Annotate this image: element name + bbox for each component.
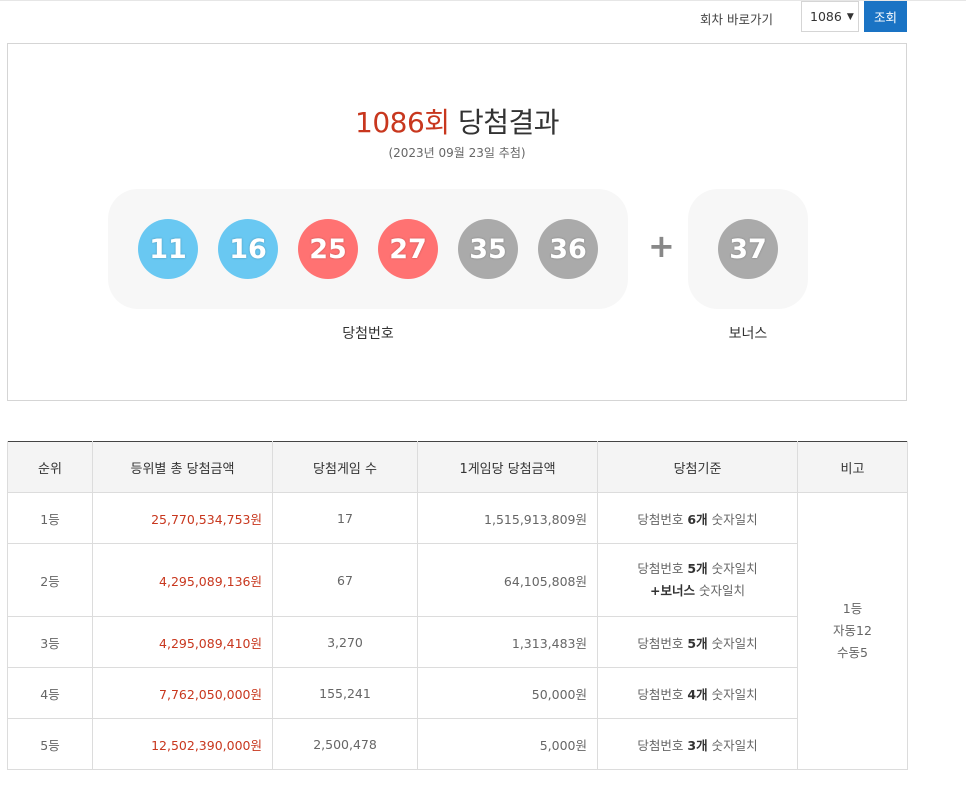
- winning-number-ball: 25: [298, 219, 358, 279]
- prize-table: 순위 등위별 총 당첨금액 당첨게임 수 1게임당 당첨금액 당첨기준 비고 1…: [7, 441, 908, 770]
- criteria-count: 4개: [687, 686, 708, 702]
- bonus-caption: 보너스: [728, 326, 768, 342]
- header-criteria: 당첨기준: [597, 441, 798, 493]
- table-row: 4등 7,762,050,000원 155,241 50,000원 당첨번호 4…: [7, 667, 908, 719]
- winners-cell: 67: [272, 543, 418, 617]
- header-total-amount: 등위별 총 당첨금액: [92, 441, 273, 493]
- plus-icon: +: [648, 227, 675, 265]
- criteria-cell: 당첨번호 5개 숫자일치 +보너스 숫자일치: [597, 543, 798, 617]
- total-amount-cell: 4,295,089,136원: [92, 543, 273, 617]
- criteria-suffix: 숫자일치: [707, 635, 758, 651]
- total-amount-cell: 7,762,050,000원: [92, 667, 273, 719]
- winning-number-ball: 35: [458, 219, 518, 279]
- criteria-text: 당첨번호: [637, 635, 688, 651]
- note-line: 수동5: [837, 645, 868, 660]
- winning-numbers-caption: 당첨번호: [342, 326, 394, 342]
- rank-cell: 5등: [7, 718, 93, 770]
- per-game-cell: 1,313,483원: [417, 616, 598, 668]
- winning-number-ball: 36: [538, 219, 598, 279]
- table-row: 2등 4,295,089,136원 67 64,105,808원 당첨번호 5개…: [7, 543, 908, 617]
- criteria-suffix: 숫자일치: [707, 511, 758, 527]
- search-button[interactable]: 조회: [864, 1, 907, 32]
- per-game-cell: 64,105,808원: [417, 543, 598, 617]
- bonus-ball: 37: [718, 219, 778, 279]
- criteria-suffix: 숫자일치: [695, 583, 745, 598]
- criteria-count: 5개: [687, 561, 708, 576]
- header-per-game: 1게임당 당첨금액: [417, 441, 598, 493]
- per-game-cell: 50,000원: [417, 667, 598, 719]
- header-note: 비고: [797, 441, 908, 493]
- table-row: 5등 12,502,390,000원 2,500,478 5,000원 당첨번호…: [7, 718, 908, 770]
- criteria-count: 3개: [687, 737, 708, 753]
- per-game-cell: 1,515,913,809원: [417, 492, 598, 544]
- winning-number-ball: 16: [218, 219, 278, 279]
- rank-cell: 3등: [7, 616, 93, 668]
- winners-cell: 155,241: [272, 667, 418, 719]
- note-line: 자동12: [833, 623, 872, 638]
- total-amount-cell: 25,770,534,753원: [92, 492, 273, 544]
- table-header-row: 순위 등위별 총 당첨금액 당첨게임 수 1게임당 당첨금액 당첨기준 비고: [7, 441, 908, 493]
- criteria-text: 당첨번호: [637, 561, 688, 576]
- criteria-text: 당첨번호: [637, 737, 688, 753]
- winning-number-ball: 11: [138, 219, 198, 279]
- round-number: 1086회: [355, 106, 450, 139]
- criteria-text: 당첨번호: [637, 686, 688, 702]
- header-winners: 당첨게임 수: [272, 441, 418, 493]
- table-row: 3등 4,295,089,410원 3,270 1,313,483원 당첨번호 …: [7, 616, 908, 668]
- rank-cell: 4등: [7, 667, 93, 719]
- note-cell: 1등 자동12 수동5: [797, 492, 908, 770]
- criteria-bonus: +보너스: [650, 583, 695, 598]
- header-rank: 순위: [7, 441, 93, 493]
- rank-cell: 1등: [7, 492, 93, 544]
- criteria-cell: 당첨번호 4개 숫자일치: [597, 667, 798, 719]
- winners-cell: 2,500,478: [272, 718, 418, 770]
- winning-numbers-box: 11 16 25 27 35 36: [108, 189, 628, 309]
- round-navigation: 회차 바로가기 1086 ▼ 조회: [0, 0, 907, 34]
- table-row: 1등 25,770,534,753원 17 1,515,913,809원 당첨번…: [7, 492, 908, 770]
- note-line: 1등: [842, 601, 863, 616]
- criteria-cell: 당첨번호 3개 숫자일치: [597, 718, 798, 770]
- draw-date: (2023년 09월 23일 추첨): [388, 146, 526, 160]
- total-amount-cell: 12,502,390,000원: [92, 718, 273, 770]
- per-game-cell: 5,000원: [417, 718, 598, 770]
- total-amount-cell: 4,295,089,410원: [92, 616, 273, 668]
- round-select-value: 1086: [810, 9, 842, 24]
- criteria-suffix: 숫자일치: [707, 737, 758, 753]
- criteria-count: 5개: [687, 635, 708, 651]
- round-nav-label: 회차 바로가기: [700, 12, 773, 27]
- winners-cell: 17: [272, 492, 418, 544]
- winning-result-panel: 1086회 당첨결과 (2023년 09월 23일 추첨) 11 16 25 27 35…: [7, 43, 907, 401]
- round-select[interactable]: 1086 ▼: [801, 1, 859, 32]
- criteria-suffix: 숫자일치: [707, 686, 758, 702]
- result-title-suffix: 당첨결과: [457, 106, 560, 139]
- criteria-text: 당첨번호: [637, 511, 688, 527]
- criteria-suffix: 숫자일치: [707, 561, 758, 576]
- winning-number-ball: 27: [378, 219, 438, 279]
- winners-cell: 3,270: [272, 616, 418, 668]
- bonus-number-box: 37: [688, 189, 808, 309]
- criteria-count: 6개: [687, 511, 708, 527]
- dropdown-arrow-icon: ▼: [846, 11, 854, 22]
- criteria-cell: 당첨번호 6개 숫자일치: [597, 492, 798, 544]
- rank-cell: 2등: [7, 543, 93, 617]
- result-title: 1086회 당첨결과: [8, 101, 906, 141]
- criteria-cell: 당첨번호 5개 숫자일치: [597, 616, 798, 668]
